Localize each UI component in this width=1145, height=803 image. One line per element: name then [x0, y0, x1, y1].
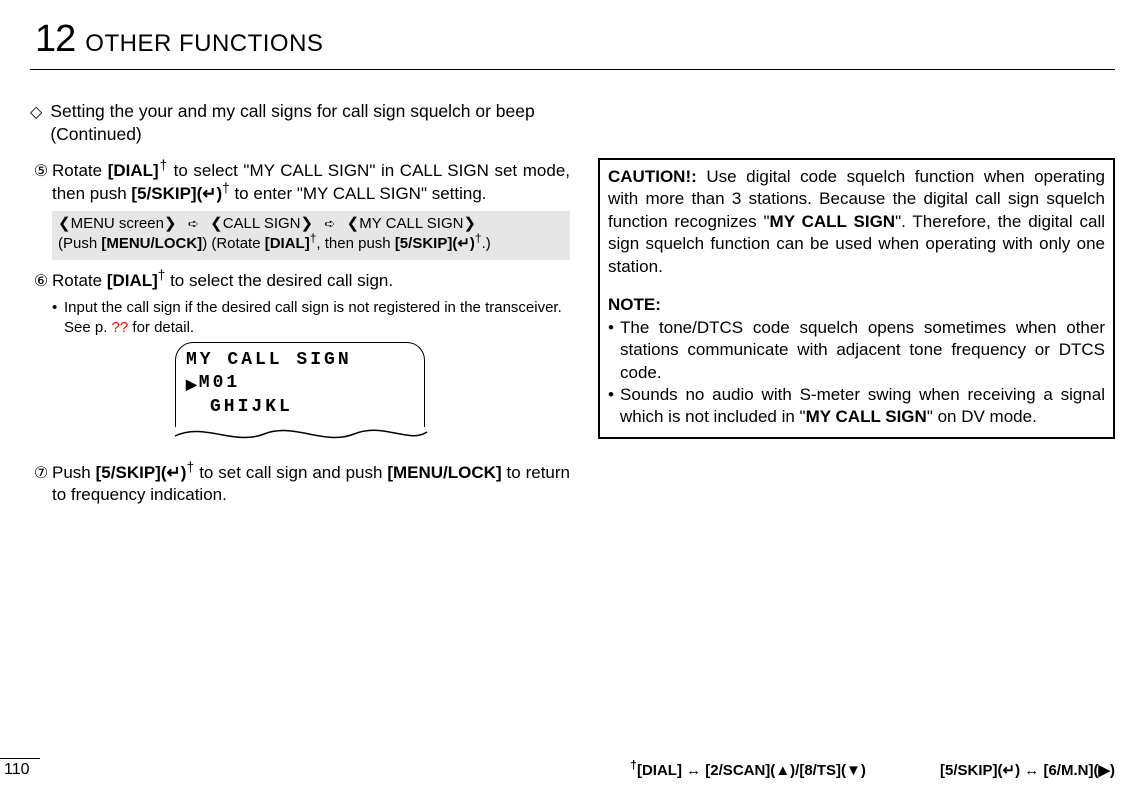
note-list: • The tone/DTCS code squelch opens somet… — [608, 317, 1105, 429]
t: The tone/DTCS code squelch opens sometim… — [620, 317, 1105, 384]
section-heading: ◇ Setting the your and my call signs for… — [30, 100, 570, 146]
t: [DIAL] — [108, 161, 159, 180]
t: [MENU/LOCK] — [387, 463, 501, 482]
diamond-icon: ◇ — [30, 100, 42, 124]
t: ) (Rotate — [202, 235, 265, 252]
t: MY CALL SIGN — [770, 212, 896, 231]
step-5-text: Rotate [DIAL]† to select "MY CALL SIGN" … — [52, 160, 570, 205]
lbracket-icon: ❮ — [210, 215, 223, 232]
chapter-header: 12 OTHER FUNCTIONS — [35, 18, 1115, 61]
up-icon: ▲ — [775, 762, 790, 779]
dagger: † — [222, 180, 230, 195]
page-number: 110 — [0, 761, 30, 778]
t: [5/SKIP](↵) — [96, 463, 187, 482]
bullet-icon: • — [608, 384, 620, 429]
lcd-line-2: ▶M01 — [186, 372, 424, 396]
down-icon: ▼ — [846, 762, 861, 779]
t: [DIAL] — [265, 235, 310, 252]
rbracket-icon: ❯ — [164, 215, 177, 232]
t: [5/SKIP](↵) — [131, 184, 222, 203]
menu-path-box: ❮MENU screen❯ ➪ ❮CALL SIGN❯ ➪ ❮MY CALL S… — [52, 211, 570, 260]
rbracket-icon: ❯ — [463, 215, 476, 232]
lcd-line-1: MY CALL SIGN — [186, 349, 424, 373]
t: [MENU/LOCK] — [101, 235, 202, 252]
t: , then push — [316, 235, 394, 252]
chapter-number: 12 — [35, 18, 75, 61]
step-number-5: ⑤ — [30, 160, 52, 205]
t: Sounds no audio with S-meter swing when … — [620, 384, 1105, 429]
step-6: ⑥ Rotate [DIAL]† to select the desired c… — [30, 270, 570, 292]
footnote-seg-1: †[DIAL] ↔ [2/SCAN](▲)/[8/TS](▼) — [630, 762, 870, 779]
t: [DIAL] — [107, 271, 158, 290]
dagger: † — [630, 758, 637, 772]
step-6-bullet: • Input the call sign if the desired cal… — [52, 298, 570, 338]
footnote-seg-2: [5/SKIP](↵) ↔ [6/M.N](▶) — [940, 762, 1115, 779]
lcd-m01: M01 — [199, 372, 240, 396]
arrow-icon: ➪ — [321, 216, 338, 231]
body-columns: ◇ Setting the your and my call signs for… — [30, 100, 1115, 512]
t: to enter "MY CALL SIGN" setting. — [230, 184, 487, 203]
note-item-1: • The tone/DTCS code squelch opens somet… — [608, 317, 1105, 384]
lbracket-icon: ❮ — [58, 215, 71, 232]
pointer-icon: ▶ — [186, 375, 197, 393]
step-5: ⑤ Rotate [DIAL]† to select "MY CALL SIGN… — [30, 160, 570, 205]
t: (Push — [58, 235, 101, 252]
step-7: ⑦ Push [5/SKIP](↵)† to set call sign and… — [30, 462, 570, 507]
bullet-icon: • — [52, 298, 64, 338]
bullet-icon: • — [608, 317, 620, 384]
dagger: † — [159, 158, 168, 173]
rbracket-icon: ❯ — [301, 215, 314, 232]
t: to select the desired call sign. — [165, 271, 393, 290]
note-item-2: • Sounds no audio with S-meter swing whe… — [608, 384, 1105, 429]
header-rule — [30, 69, 1115, 70]
page: 12 OTHER FUNCTIONS ◇ Setting the your an… — [0, 0, 1145, 803]
arrow-icon: ➪ — [185, 216, 202, 231]
lcd-illustration: MY CALL SIGN ▶M01 GHIJKL — [30, 342, 570, 450]
mp-item: MENU screen — [71, 215, 164, 232]
section-title: Setting the your and my call signs for c… — [50, 100, 570, 146]
page-number-box: 110 — [0, 758, 40, 779]
menu-path-keys: (Push [MENU/LOCK]) (Rotate [DIAL] † , then… — [58, 234, 564, 254]
caution-head: CAUTION!: — [608, 167, 697, 186]
missing-page-ref: ?? — [112, 319, 129, 336]
torn-edge-icon — [174, 424, 428, 442]
t: Input the call sign if the desired call … — [64, 298, 570, 338]
step-number-6: ⑥ — [30, 270, 52, 292]
lbracket-icon: ❮ — [347, 215, 360, 232]
footnote: †[DIAL] ↔ [2/SCAN](▲)/[8/TS](▼) [5/SKIP]… — [40, 761, 1145, 779]
t: .) — [482, 235, 491, 252]
right-column: CAUTION!: Use digital code squelch funct… — [598, 100, 1115, 512]
mp-item: MY CALL SIGN — [359, 215, 463, 232]
chapter-title: OTHER FUNCTIONS — [85, 30, 323, 58]
footer: 110 †[DIAL] ↔ [2/SCAN](▲)/[8/TS](▼) [5/S… — [0, 758, 1145, 779]
t: Push — [52, 463, 96, 482]
step-6-note: • Input the call sign if the desired cal… — [52, 298, 570, 338]
dagger: † — [475, 231, 482, 245]
caution-box: CAUTION!: Use digital code squelch funct… — [598, 158, 1115, 439]
t: Rotate — [52, 271, 107, 290]
t: Rotate — [52, 161, 108, 180]
t: to set call sign and push — [194, 463, 387, 482]
lcd-screen: MY CALL SIGN ▶M01 GHIJKL — [175, 342, 425, 450]
note-heading: NOTE: — [608, 294, 1105, 316]
t: [5/SKIP](↵) — [395, 235, 475, 252]
step-number-7: ⑦ — [30, 462, 52, 507]
caution-paragraph: CAUTION!: Use digital code squelch funct… — [608, 166, 1105, 278]
right-icon: ▶ — [1098, 762, 1110, 779]
step-7-text: Push [5/SKIP](↵)† to set call sign and p… — [52, 462, 570, 507]
lcd-line-3: GHIJKL — [186, 396, 424, 420]
mp-item: CALL SIGN — [223, 215, 301, 232]
step-6-text: Rotate [DIAL]† to select the desired cal… — [52, 270, 570, 292]
left-column: ◇ Setting the your and my call signs for… — [30, 100, 570, 512]
